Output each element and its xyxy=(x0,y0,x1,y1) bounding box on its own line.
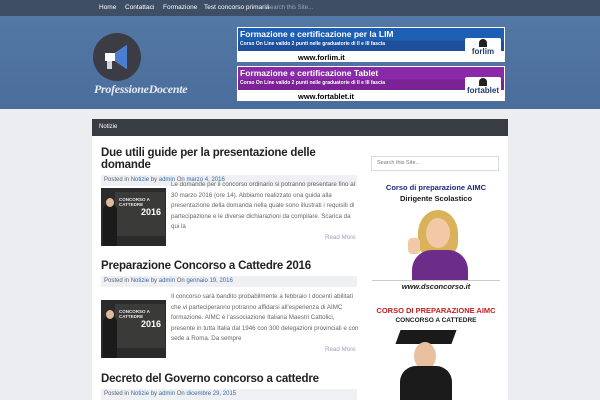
sidebar-search-input[interactable]: Search this Site... xyxy=(371,156,499,171)
ad-title: CORSO DI PREPARAZIONE AIMC xyxy=(376,306,496,315)
post-thumbnail[interactable]: CONCORSO A CATTEDRE 2016 xyxy=(101,300,166,358)
site-logo-text[interactable]: ProfessioneDocente xyxy=(94,82,188,97)
meta-label: On xyxy=(176,391,185,397)
post-item: Preparazione Concorso a Cattedre 2016 Po… xyxy=(101,260,357,287)
post-item: Decreto del Governo concorso a cattedre … xyxy=(101,373,357,400)
post-title[interactable]: Due utili guide per la presentazione del… xyxy=(101,147,357,171)
teacher-face xyxy=(106,198,114,207)
teacher-face xyxy=(106,310,114,319)
megaphone-logo-icon[interactable] xyxy=(93,33,141,81)
top-nav: Home Contattaci Formazione Test concorso… xyxy=(0,0,600,16)
post-title[interactable]: Preparazione Concorso a Cattedre 2016 xyxy=(101,260,357,272)
thumbs-up-icon xyxy=(408,238,420,254)
author-link[interactable]: admin xyxy=(159,391,175,397)
ad-subtitle: Dirigente Scolastico xyxy=(399,194,473,203)
category-link[interactable]: Notizie xyxy=(131,177,149,183)
forlim-banner[interactable]: Formazione e certificazione per la LIM C… xyxy=(237,27,505,62)
banner-title: Formazione e certificazione Tablet xyxy=(240,68,379,78)
fortablet-banner[interactable]: Formazione e certificazione Tablet Corso… xyxy=(237,66,505,101)
concorso-cattedre-ad[interactable]: CORSO DI PREPARAZIONE AIMC CONCORSO A CA… xyxy=(372,304,500,400)
thumbnail-year: 2016 xyxy=(141,207,162,217)
banner-title: Formazione e certificazione per la LIM xyxy=(240,29,394,39)
top-search-input[interactable]: Search this Site... xyxy=(266,0,313,16)
fortablet-logo-text: fortablet xyxy=(467,86,499,95)
subnav-notizie-link[interactable]: Notizie xyxy=(99,119,117,136)
fortablet-logo: fortablet xyxy=(465,77,501,99)
nav-formazione-link[interactable]: Formazione xyxy=(163,0,197,16)
post-thumbnail[interactable]: CONCORSO A CATTEDRE 2016 xyxy=(101,188,166,246)
post-meta: Posted in Notizie by admin On dicembre 2… xyxy=(101,389,357,400)
banner-subtitle: Corso On Line valido 2 punti nelle gradu… xyxy=(240,80,386,86)
thumbnail-year: 2016 xyxy=(141,319,162,329)
dsconcorso-ad[interactable]: Corso di preparazione AIMC Dirigente Sco… xyxy=(372,180,500,292)
ad-photo-face xyxy=(426,218,450,248)
date-link[interactable]: gennaio 19, 2016 xyxy=(186,278,232,284)
teacher-figure xyxy=(103,316,117,358)
date-link[interactable]: dicembre 29, 2015 xyxy=(186,391,236,397)
nav-test-concorso-link[interactable]: Test concorso primaria xyxy=(204,0,269,16)
thumbnail-caption: CONCORSO A CATTEDRE xyxy=(119,197,150,207)
teacher-figure xyxy=(103,204,117,246)
author-link[interactable]: admin xyxy=(159,278,175,284)
banner-subtitle: Corso On Line valido 2 punti nelle gradu… xyxy=(240,41,386,47)
meta-label: On xyxy=(176,278,185,284)
ad-photo-body xyxy=(400,366,452,400)
category-link[interactable]: Notizie xyxy=(131,278,149,284)
thumbnail-caption: CONCORSO A CATTEDRE xyxy=(119,309,150,319)
post-excerpt: Le domande per il concorso ordinario si … xyxy=(171,181,356,230)
banner-url: www.fortablet.it xyxy=(298,92,354,101)
post-meta: Posted in Notizie by admin On gennaio 19… xyxy=(101,276,357,287)
nav-home-link[interactable]: Home xyxy=(99,0,116,16)
sub-nav: Notizie xyxy=(92,119,508,136)
meta-label: Posted in xyxy=(104,177,130,183)
banner-url: www.forlim.it xyxy=(298,53,345,62)
ad-url: www.dsconcorso.it xyxy=(372,280,500,292)
post-excerpt: Il concorso sarà bandito probabilmente a… xyxy=(171,293,359,342)
graduation-cap-icon xyxy=(479,39,487,47)
nav-contattaci-link[interactable]: Contattaci xyxy=(125,0,154,16)
meta-label: by xyxy=(150,391,158,397)
category-link[interactable]: Notizie xyxy=(131,391,149,397)
ad-subtitle: CONCORSO A CATTEDRE xyxy=(395,317,477,324)
forlim-logo: forlim xyxy=(465,38,501,60)
forlim-logo-text: forlim xyxy=(471,47,495,56)
meta-label: by xyxy=(150,177,158,183)
meta-label: by xyxy=(150,278,158,284)
post-title[interactable]: Decreto del Governo concorso a cattedre xyxy=(101,373,357,385)
meta-label: Posted in xyxy=(104,391,130,397)
meta-label: Posted in xyxy=(104,278,130,284)
ad-title: Corso di preparazione AIMC xyxy=(385,183,487,192)
graduation-cap-icon xyxy=(479,78,487,86)
